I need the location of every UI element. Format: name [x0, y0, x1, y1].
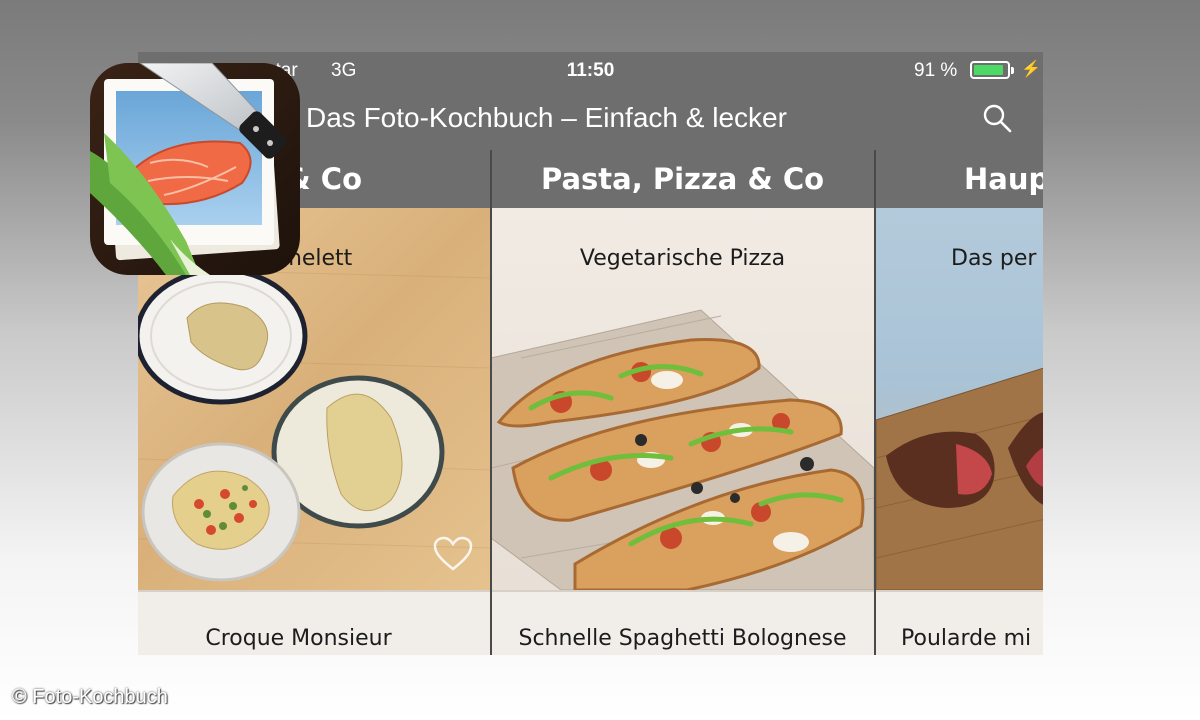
recipe-card[interactable]: Croque Monsieur [138, 590, 490, 655]
column-divider [874, 150, 876, 655]
copyright-label: © Foto-Kochbuch [12, 686, 168, 708]
recipe-card[interactable]: Das per [876, 208, 1043, 590]
category-column-pasta-pizza: Pasta, Pizza & Co Vegetarische Pizza Sch… [491, 52, 874, 655]
category-title[interactable]: Pasta, Pizza & Co [491, 150, 874, 208]
recipe-name: Das per [951, 246, 1037, 271]
column-divider [490, 150, 492, 655]
foto-kochbuch-app-icon [90, 63, 300, 275]
recipe-name: Vegetarische Pizza [579, 246, 786, 271]
category-column-main: Haup Das per Poularde mi [876, 52, 1043, 655]
recipe-card[interactable]: Schnelle Spaghetti Bolognese [491, 590, 874, 655]
category-title[interactable]: Haup [876, 150, 1043, 208]
recipe-name: Schnelle Spaghetti Bolognese [518, 626, 847, 651]
recipe-name: Poularde mi [901, 626, 1032, 651]
recipe-card[interactable]: Poularde mi [876, 590, 1043, 655]
heart-icon[interactable] [433, 536, 473, 572]
recipe-name: Croque Monsieur [205, 626, 392, 651]
recipe-card[interactable]: Vegetarische Pizza [491, 208, 874, 590]
